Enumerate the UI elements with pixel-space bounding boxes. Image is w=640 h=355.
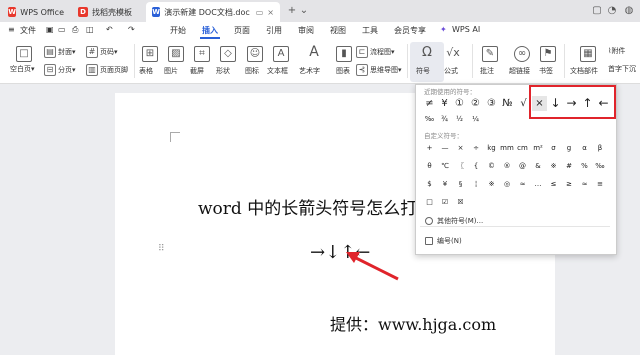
numbering-label: 编号(N) bbox=[437, 237, 462, 245]
symbol-cell[interactable]: ‰ bbox=[422, 112, 437, 127]
annotation-arrow-doc bbox=[353, 255, 399, 281]
symbol-cell[interactable]: ② bbox=[468, 96, 483, 111]
custom-symbol-cell[interactable]: ≤ bbox=[546, 177, 561, 192]
annotation-highlight-box bbox=[529, 85, 616, 119]
custom-symbol-cell[interactable]: — bbox=[438, 141, 453, 156]
omega-small-icon bbox=[425, 217, 433, 225]
custom-symbol-cell[interactable]: ≡ bbox=[593, 177, 608, 192]
custom-symbol-cell[interactable]: ※ bbox=[484, 177, 499, 192]
custom-symbol-cell[interactable]: { bbox=[469, 159, 484, 174]
symbol-cell[interactable]: № bbox=[500, 96, 515, 111]
custom-symbol-cell[interactable]: & bbox=[531, 159, 546, 174]
custom-symbol-cell[interactable]: β bbox=[593, 141, 608, 156]
custom-symbol-cell[interactable]: × bbox=[453, 141, 468, 156]
symbol-cell[interactable]: ≠ bbox=[422, 96, 437, 111]
symbol-cell[interactable]: ½ bbox=[452, 112, 467, 127]
custom-symbol-cell[interactable]: ≈ bbox=[577, 177, 592, 192]
custom-symbol-cell[interactable]: ※ bbox=[546, 159, 561, 174]
custom-symbol-cell[interactable]: 〖 bbox=[453, 159, 468, 174]
symbol-cell[interactable]: ① bbox=[452, 96, 467, 111]
custom-symbol-cell[interactable]: ¥ bbox=[438, 177, 453, 192]
custom-symbol-cell[interactable]: ‰ bbox=[593, 159, 608, 174]
custom-symbol-cell[interactable]: ℃ bbox=[438, 159, 453, 174]
recent-symbols-label: 近期使用的符号： bbox=[424, 88, 476, 96]
custom-symbol-cell[interactable]: § bbox=[453, 177, 468, 192]
custom-symbol-cell[interactable]: σ bbox=[546, 141, 561, 156]
custom-symbol-cell[interactable]: α bbox=[577, 141, 592, 156]
custom-symbol-cell[interactable]: … bbox=[531, 177, 546, 192]
custom-symbol-cell[interactable]: % bbox=[577, 159, 592, 174]
custom-symbol-cell[interactable]: g bbox=[562, 141, 577, 156]
custom-symbol-cell[interactable]: ≥ bbox=[562, 177, 577, 192]
custom-symbol-cell[interactable]: ÷ bbox=[469, 141, 484, 156]
custom-symbol-cell[interactable]: θ bbox=[422, 159, 437, 174]
custom-symbol-cell[interactable]: $ bbox=[422, 177, 437, 192]
more-symbols-button[interactable]: 其他符号(M)... bbox=[425, 216, 483, 226]
custom-symbol-cell[interactable]: kg bbox=[484, 141, 499, 156]
custom-symbol-cell[interactable]: mm bbox=[500, 141, 515, 156]
numbering-button[interactable]: 编号(N) bbox=[425, 236, 462, 246]
custom-symbol-cell[interactable]: □ bbox=[422, 195, 437, 210]
custom-symbol-cell[interactable]: ☑ bbox=[438, 195, 453, 210]
custom-symbol-cell[interactable]: ☒ bbox=[453, 195, 468, 210]
custom-symbol-cell[interactable]: # bbox=[562, 159, 577, 174]
symbol-cell[interactable]: ¼ bbox=[468, 112, 483, 127]
custom-symbol-cell[interactable]: © bbox=[484, 159, 499, 174]
custom-symbol-cell[interactable]: ¦ bbox=[469, 177, 484, 192]
symbol-cell[interactable]: ¾ bbox=[437, 112, 452, 127]
custom-symbol-cell[interactable]: + bbox=[422, 141, 437, 156]
symbol-cell[interactable]: ¥ bbox=[437, 96, 452, 111]
custom-symbol-cell[interactable]: cm bbox=[515, 141, 530, 156]
custom-symbol-cell[interactable]: ◎ bbox=[500, 177, 515, 192]
custom-symbol-cell[interactable]: ≈ bbox=[515, 177, 530, 192]
panel-divider bbox=[420, 226, 610, 227]
custom-symbol-cell[interactable]: ® bbox=[500, 159, 515, 174]
more-symbols-label: 其他符号(M)... bbox=[437, 217, 484, 225]
custom-symbol-cell[interactable]: @ bbox=[515, 159, 530, 174]
numbering-icon bbox=[425, 237, 433, 245]
custom-symbol-cell[interactable]: m² bbox=[531, 141, 546, 156]
custom-symbols-label: 自定义符号： bbox=[424, 132, 463, 140]
symbol-cell[interactable]: ③ bbox=[484, 96, 499, 111]
